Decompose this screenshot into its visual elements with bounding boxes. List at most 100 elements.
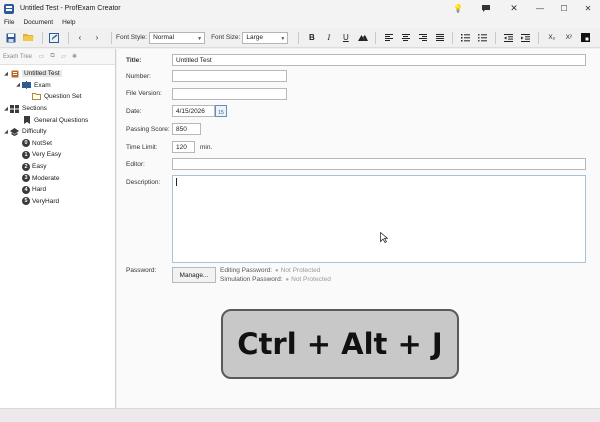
date-input[interactable]: 4/15/2026 — [172, 105, 215, 117]
time-limit-input[interactable]: 120 — [172, 141, 195, 153]
underline-button[interactable]: U — [337, 31, 354, 45]
decrease-indent-icon[interactable] — [500, 31, 517, 45]
menu-document[interactable]: Document — [19, 19, 58, 26]
superscript-button[interactable]: X² — [560, 31, 577, 45]
tree-item-hard[interactable]: 4 Hard — [0, 184, 115, 196]
toolbar-separator — [452, 31, 454, 44]
chevron-down-icon: ▼ — [280, 35, 286, 42]
editor-label: Editor: — [126, 161, 145, 168]
lock-icon: ● — [285, 276, 290, 283]
align-left-icon[interactable] — [380, 31, 397, 45]
back-arrow-icon[interactable]: ‹ — [73, 31, 87, 45]
expand-icon[interactable]: ◢ — [2, 129, 10, 135]
increase-indent-icon[interactable] — [517, 31, 534, 45]
minimize-button[interactable]: — — [528, 0, 552, 17]
tree-item-difficulty[interactable]: ◢ Difficulty — [0, 126, 115, 138]
font-size-label: Font Size: — [211, 34, 241, 41]
tree-item-moderate[interactable]: 3 Moderate — [0, 172, 115, 184]
title-label: Title: — [126, 57, 142, 64]
tree-item-general-questions[interactable]: General Questions — [0, 114, 115, 126]
tree-add-icon[interactable]: ▭ — [36, 51, 47, 62]
forward-arrow-icon[interactable]: › — [90, 31, 104, 45]
tree-item-untitled-test[interactable]: ◢ Untitled Test — [0, 68, 115, 80]
file-version-input[interactable] — [172, 88, 287, 100]
italic-button[interactable]: I — [320, 31, 337, 45]
save-button[interactable] — [4, 31, 18, 45]
tree-item-label: NotSet — [32, 139, 52, 147]
feedback-icon[interactable] — [472, 0, 500, 17]
lightbulb-icon[interactable]: 💡 — [444, 0, 472, 17]
align-center-icon[interactable] — [397, 31, 414, 45]
font-style-value: Normal — [153, 34, 175, 41]
exam-tree-panel: Exam Tree ▭ ⧉ ▱ ✱ ◢ Untitled Test ◢ Exam… — [0, 49, 116, 408]
align-right-icon[interactable] — [414, 31, 431, 45]
tree-folder-icon[interactable]: ▱ — [58, 51, 69, 62]
title-bar: Untitled Test - ProfExam Creator 💡 ✕ — ☐… — [0, 0, 600, 17]
tree-item-sections[interactable]: ◢ Sections — [0, 103, 115, 115]
manage-password-button[interactable]: Manage... — [172, 267, 216, 283]
keyboard-shortcut-overlay: Ctrl + Alt + J — [221, 309, 459, 379]
window-title: Untitled Test - ProfExam Creator — [20, 5, 121, 12]
toolbar-separator — [298, 31, 300, 44]
highlight-color-button[interactable] — [354, 31, 371, 45]
tree-item-very-easy[interactable]: 1 Very Easy — [0, 149, 115, 161]
tree-item-label: Difficulty — [22, 128, 47, 136]
expand-icon[interactable]: ◢ — [14, 82, 22, 88]
toolbar-separator — [42, 31, 43, 44]
tree-item-easy[interactable]: 2 Easy — [0, 161, 115, 173]
tree-item-notset[interactable]: 0 NotSet — [0, 138, 115, 150]
difficulty-badge: 0 — [22, 139, 30, 148]
expand-icon[interactable]: ◢ — [2, 71, 10, 77]
editor-input[interactable] — [172, 158, 586, 170]
title-input[interactable]: Untitled Test — [172, 54, 586, 66]
menu-file[interactable]: File — [0, 19, 19, 26]
bold-button[interactable]: B — [303, 31, 320, 45]
file-version-label: File Version: — [126, 90, 162, 97]
folder-icon — [32, 93, 41, 101]
insert-table-icon[interactable] — [577, 31, 594, 45]
align-justify-icon[interactable] — [431, 31, 448, 45]
tree-action-icon[interactable]: ✱ — [69, 51, 80, 62]
lock-icon: ● — [275, 267, 279, 274]
difficulty-badge: 3 — [22, 174, 30, 183]
subscript-button[interactable]: X₂ — [543, 31, 560, 45]
expand-icon[interactable]: ◢ — [2, 106, 10, 112]
difficulty-badge: 1 — [22, 150, 30, 159]
close-window-button[interactable]: ✕ — [576, 0, 600, 17]
font-style-select[interactable]: Normal ▼ — [149, 31, 206, 44]
time-limit-unit: min. — [200, 144, 213, 151]
editing-password-label: Editing Password: — [220, 267, 273, 274]
edit-button[interactable] — [47, 31, 61, 45]
tree-item-veryhard[interactable]: 5 VeryHard — [0, 196, 115, 208]
toolbar-separator — [111, 31, 112, 44]
numbered-list-icon[interactable] — [457, 31, 474, 45]
tree-item-label: Untitled Test — [22, 70, 62, 78]
tree-item-question-set[interactable]: Question Set — [0, 91, 115, 103]
difficulty-badge: 2 — [22, 162, 30, 171]
open-folder-button[interactable] — [21, 31, 35, 45]
mouse-pointer-icon — [380, 231, 389, 246]
number-input[interactable] — [172, 70, 287, 82]
tree-copy-icon[interactable]: ⧉ — [47, 51, 58, 62]
font-style-label: Font Style: — [116, 34, 148, 41]
tree-item-label: Very Easy — [32, 151, 62, 159]
menu-help[interactable]: Help — [58, 19, 80, 26]
passing-score-input[interactable]: 850 — [172, 123, 201, 135]
tree-item-label: Hard — [32, 186, 47, 194]
editing-password-row: Editing Password: ● Not Protected — [220, 267, 320, 274]
exam-icon — [22, 81, 31, 90]
description-textarea[interactable] — [172, 175, 586, 263]
tree-item-label: Exam — [34, 81, 51, 89]
tree-item-label: General Questions — [34, 116, 89, 124]
text-caret — [176, 178, 177, 186]
number-label: Number: — [126, 73, 151, 80]
tree-item-exam[interactable]: ◢ Exam — [0, 80, 115, 92]
toolbar-separator — [68, 31, 69, 44]
menu-bar: File Document Help — [0, 17, 600, 28]
toolbar-separator — [538, 31, 540, 44]
calendar-icon[interactable]: 15 — [215, 105, 227, 117]
maximize-button[interactable]: ☐ — [552, 0, 576, 17]
bullet-list-icon[interactable] — [474, 31, 491, 45]
close-icon[interactable]: ✕ — [500, 0, 528, 17]
font-size-select[interactable]: Large ▼ — [242, 31, 289, 44]
